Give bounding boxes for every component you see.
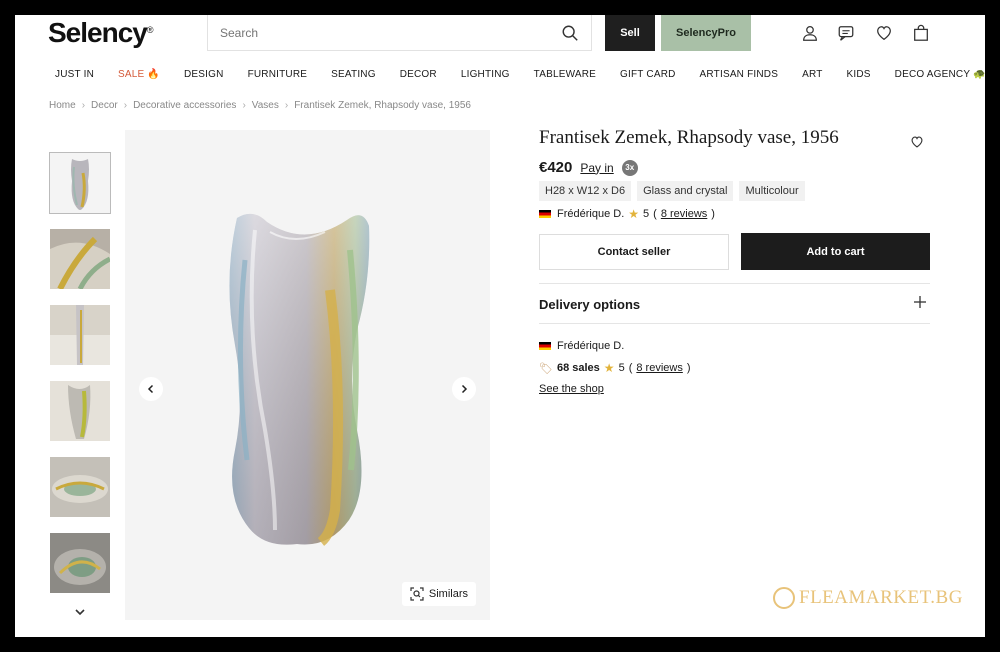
breadcrumb-separator: › — [284, 100, 289, 111]
selency-pro-button[interactable]: SelencyPro — [661, 15, 751, 51]
breadcrumb-decor[interactable]: Decor — [91, 100, 118, 111]
next-image-button[interactable] — [452, 377, 476, 401]
nav-item-art[interactable]: ART — [802, 69, 822, 80]
reviews-link[interactable]: 8 reviews — [661, 208, 707, 220]
add-to-cart-button[interactable]: Add to cart — [741, 233, 930, 270]
germany-flag-icon — [539, 342, 551, 350]
seller-summary: Frédérique D. ★ 5 (8 reviews) — [539, 207, 715, 221]
watermark-seal-icon — [773, 587, 795, 609]
shop-reviews-open-paren: ( — [628, 362, 633, 374]
sales-count: 68 sales — [556, 362, 600, 374]
breadcrumb-separator: › — [242, 100, 246, 111]
user-icon[interactable] — [801, 24, 819, 42]
similars-label: Similars — [428, 588, 468, 600]
search-input[interactable] — [220, 25, 561, 40]
thumbnail-3[interactable] — [49, 304, 111, 366]
main-nav: JUST IN SALE 🔥 DESIGN FURNITURE SEATING … — [55, 69, 985, 80]
previous-image-button[interactable] — [139, 377, 163, 401]
breadcrumb: Home › Decor › Decorative accessories › Vas… — [49, 100, 471, 111]
breadcrumb-separator: › — [81, 100, 86, 111]
breadcrumb-vases[interactable]: Vases — [252, 100, 279, 111]
main-product-image[interactable]: Similars — [125, 130, 490, 620]
divider — [539, 283, 930, 284]
chevron-down-icon[interactable] — [73, 605, 87, 619]
bag-icon[interactable] — [912, 24, 930, 42]
thumbnail-list — [49, 152, 111, 608]
thumbnail-5[interactable] — [49, 456, 111, 518]
chevron-right-icon — [461, 384, 468, 394]
reviews-open-paren: ( — [653, 208, 657, 220]
product-tags: H28 x W12 x D6 Glass and crystal Multico… — [539, 181, 805, 201]
similars-button[interactable]: Similars — [401, 582, 476, 606]
chevron-left-icon — [147, 384, 154, 394]
favorite-heart-icon[interactable] — [910, 135, 924, 149]
contact-seller-button[interactable]: Contact seller — [539, 234, 729, 270]
visual-search-icon — [410, 587, 424, 601]
thumbnail-1[interactable] — [49, 152, 111, 214]
thumbnail-6[interactable] — [49, 532, 111, 594]
nav-item-artisan-finds[interactable]: ARTISAN FINDS — [700, 69, 779, 80]
heart-icon[interactable] — [875, 24, 893, 42]
seller-rating: 5 — [643, 208, 650, 220]
shop-seller-name[interactable]: Frédérique D. — [557, 340, 624, 352]
plus-icon[interactable] — [913, 295, 927, 309]
nav-item-deco-agency[interactable]: DECO AGENCY 🐢 — [895, 69, 985, 80]
installments-badge: 3x — [621, 159, 638, 176]
price-row: €420 Pay in 3x — [539, 159, 638, 176]
shop-rating: 5 — [618, 362, 625, 374]
sales-tag-icon: 🏷 — [539, 362, 553, 375]
selency-logo[interactable]: Selency® — [48, 17, 153, 49]
star-icon: ★ — [628, 207, 640, 221]
product-price: €420 — [539, 159, 573, 176]
see-the-shop-link[interactable]: See the shop — [539, 383, 604, 395]
sell-button[interactable]: Sell — [605, 15, 655, 51]
thumbnail-4[interactable] — [49, 380, 111, 442]
tag-material[interactable]: Glass and crystal — [637, 181, 734, 201]
germany-flag-icon — [539, 210, 551, 218]
nav-item-gift-card[interactable]: GIFT CARD — [620, 69, 676, 80]
nav-item-seating[interactable]: SEATING — [331, 69, 376, 80]
nav-item-decor[interactable]: DECOR — [400, 69, 437, 80]
nav-item-just-in[interactable]: JUST IN — [55, 69, 94, 80]
page: Selency® Sell SelencyPro JUST IN SALE 🔥 … — [15, 15, 985, 637]
breadcrumb-home[interactable]: Home — [49, 100, 76, 111]
product-title: Frantisek Zemek, Rhapsody vase, 1956 — [539, 127, 839, 148]
shop-stats: 🏷 68 sales ★ 5 (8 reviews) — [539, 361, 691, 375]
breadcrumb-decorative-accessories[interactable]: Decorative accessories — [133, 100, 236, 111]
vase-image — [229, 213, 370, 546]
divider — [539, 323, 930, 324]
pay-in-link[interactable]: Pay in — [580, 161, 613, 175]
seller-name[interactable]: Frédérique D. — [557, 208, 624, 220]
shop-seller: Frédérique D. — [539, 340, 624, 352]
tag-dimensions: H28 x W12 x D6 — [539, 181, 632, 201]
search-icon[interactable] — [561, 24, 579, 42]
thumbnail-2[interactable] — [49, 228, 111, 290]
breadcrumb-current: Frantisek Zemek, Rhapsody vase, 1956 — [294, 100, 471, 111]
shop-reviews-close-paren: ) — [686, 362, 691, 374]
nav-item-tableware[interactable]: TABLEWARE — [534, 69, 596, 80]
delivery-options-toggle[interactable]: Delivery options — [539, 297, 640, 312]
breadcrumb-separator: › — [123, 100, 128, 111]
nav-item-sale[interactable]: SALE 🔥 — [118, 69, 160, 80]
star-icon: ★ — [603, 361, 615, 375]
message-icon[interactable] — [837, 24, 855, 42]
nav-item-kids[interactable]: KIDS — [847, 69, 871, 80]
search-bar[interactable] — [207, 15, 592, 51]
nav-item-lighting[interactable]: LIGHTING — [461, 69, 510, 80]
watermark-text: FLEAMARKET.BG — [799, 587, 963, 608]
nav-item-design[interactable]: DESIGN — [184, 69, 224, 80]
tag-colour[interactable]: Multicolour — [739, 181, 805, 201]
shop-reviews-link[interactable]: 8 reviews — [636, 362, 682, 374]
watermark: FLEAMARKET.BG — [773, 587, 963, 609]
nav-item-furniture[interactable]: FURNITURE — [248, 69, 308, 80]
reviews-close-paren: ) — [711, 208, 715, 220]
